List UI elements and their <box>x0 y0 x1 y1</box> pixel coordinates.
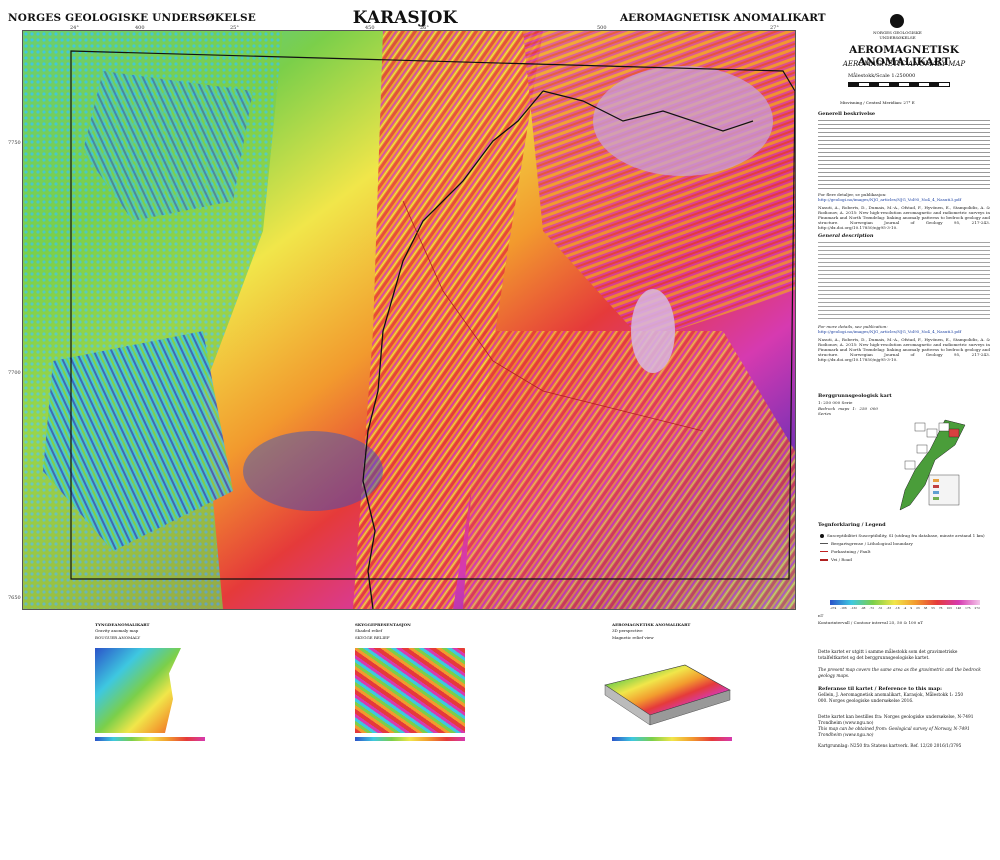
declination-note: Misvisning / Central Meridian: 27° E <box>840 100 915 105</box>
description-en-text <box>818 239 990 322</box>
map-type-title: AEROMAGNETISK ANOMALIKART <box>620 12 826 24</box>
gravity-inset-map <box>95 648 205 733</box>
shaded-relief-colorbar <box>355 737 465 741</box>
footer-note-en: The present map covers the same area as … <box>818 668 981 679</box>
inset-3-sub: 3D perspective <box>612 628 643 633</box>
legend-item-boundary: Bergartsgrense / Lithological boundary <box>820 541 985 546</box>
publication-link-en[interactable]: http://geologi.no/images/NJG_articles/NJ… <box>818 329 990 334</box>
publisher-title: NORGES GEOLOGISKE UNDERSØKELSE <box>8 12 256 24</box>
inset-2-title: SKYGGEPRESENTASJON <box>355 622 411 627</box>
aeromagnetic-map[interactable] <box>22 30 796 610</box>
coord-left-1: 7750 <box>8 140 21 146</box>
sidebar-subtitle: AEROMAGNETIC ANOMALY MAP <box>842 60 966 68</box>
legend-list: Susceptibilitet Susceptibility, SI (utdr… <box>820 533 985 562</box>
reference-en: Nasuti, A., Roberts, D., Dumais, M.-A., … <box>818 337 990 363</box>
bedrock-heading: Berggrunnsgeologisk kart <box>818 393 892 399</box>
perspective-3d-inset <box>595 655 735 730</box>
fault-line-icon <box>820 551 828 552</box>
description-no-text <box>818 117 990 190</box>
legend-item-fault: Forkastning / Fault <box>820 549 985 554</box>
order-note-en: This map can be obtained from: Geologica… <box>818 727 970 738</box>
citation-heading: Referanse til kartet / Reference to this… <box>818 686 942 692</box>
coord-top-3: 25° <box>230 25 239 31</box>
coord-top-4: 450 <box>365 25 375 31</box>
colorbar-ticks: -274 -186 -132 -98 -72 -51 -33 -18 -4 9 23 38 55 76 10… <box>830 606 980 610</box>
sheet-name: KARASJOK <box>352 8 458 28</box>
legend-item-susceptibility: Susceptibilitet Susceptibility, SI (utdr… <box>820 533 985 538</box>
coord-top-1: 24° <box>70 25 79 31</box>
inset-2-sub2: SKYGGE RELIEF <box>355 635 390 640</box>
magnetic-colorbar <box>830 600 980 605</box>
colophon: Kartgrunnlag: N250 fra Statens kartverk.… <box>818 744 962 749</box>
legend-item-road: Vei / Road <box>820 557 985 562</box>
perspective-colorbar <box>612 737 732 741</box>
bedrock-sub-no: 1: 250 000 Serie <box>818 400 853 405</box>
inset-2-sub: Shaded relief <box>355 628 383 633</box>
inset-1-title: TYNGDEANOMALIKART <box>95 622 150 627</box>
gravity-colorbar <box>95 737 205 741</box>
publication-link-no[interactable]: http://geologi.no/images/NJG_articles/NJ… <box>818 197 990 202</box>
coord-top-7: 27° <box>770 25 779 31</box>
shaded-relief-inset-map <box>355 648 465 733</box>
reference-no: Nasuti, A., Roberts, D., Dumais, M.-A., … <box>818 205 990 231</box>
inset-3-title: AEROMAGNETISK ANOMALIKART <box>612 622 691 627</box>
inset-1-sub2: BOUGUER ANOMALY <box>95 635 141 640</box>
scale-label: Målestokk/Scale 1:250000 <box>848 73 916 79</box>
footer-note-no: Dette kartet er utgitt i samme målestokk… <box>818 650 958 661</box>
logo-text: NORGES GEOLOGISKE UNDERSØKELSE <box>873 30 922 40</box>
legend-heading: Tegnforklaring / Legend <box>818 522 886 528</box>
map-canvas <box>23 31 795 609</box>
ngu-logo-icon <box>890 14 904 28</box>
coord-top-5: 26° <box>420 25 429 31</box>
coord-top-2: 400 <box>135 25 145 31</box>
boundary-line-icon <box>820 543 828 544</box>
contour-note: Konturintervall / Contour interval 25, 5… <box>818 620 923 625</box>
citation-text: Gellein, J. Aeromagnetisk anomalikart, K… <box>818 693 964 704</box>
inset-3-sub2: Magnetic relief view <box>612 635 654 640</box>
colorbar-unit: nT <box>818 613 824 618</box>
coord-left-2: 7700 <box>8 370 21 376</box>
coord-left-3: 7650 <box>8 595 21 601</box>
order-note-no: Dette kartet kan bestilles fra: Norges g… <box>818 715 974 726</box>
road-line-icon <box>820 559 828 561</box>
susceptibility-dot-icon <box>820 534 824 538</box>
bedrock-index-map <box>855 415 970 515</box>
inset-1-sub: Gravity anomaly map <box>95 628 139 633</box>
coord-top-6: 500 <box>597 25 607 31</box>
scale-bar <box>848 82 950 87</box>
